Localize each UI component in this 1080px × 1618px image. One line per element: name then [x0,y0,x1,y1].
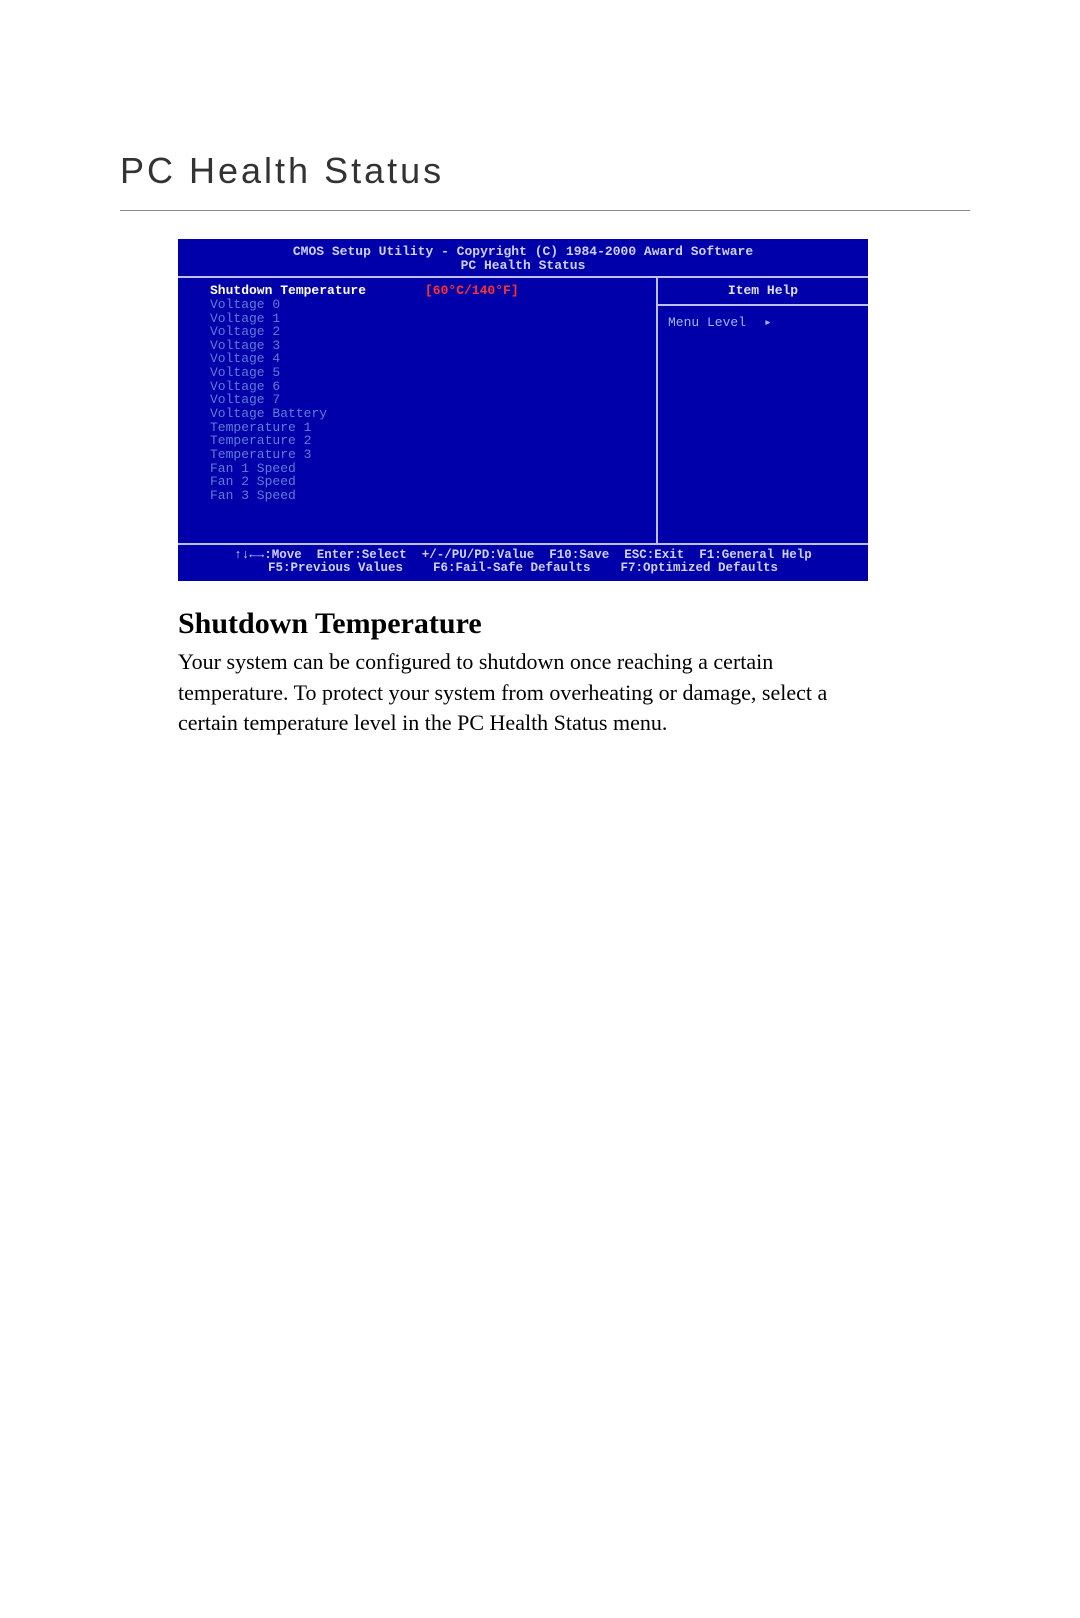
bios-row-temperature-1[interactable]: Temperature 1 [210,421,646,435]
chevron-right-icon: ▸ [764,315,772,330]
menu-level-label: Menu Level [668,315,746,330]
bios-label-shutdown-temperature: Shutdown Temperature [210,284,425,298]
bios-row-fan-1-speed[interactable]: Fan 1 Speed [210,462,646,476]
description-body: Your system can be configured to shutdow… [178,647,868,739]
bios-header: CMOS Setup Utility - Copyright (C) 1984-… [178,245,868,276]
bios-row-temperature-3[interactable]: Temperature 3 [210,448,646,462]
page-title: PC Health Status [120,150,970,211]
bios-setup-screenshot: CMOS Setup Utility - Copyright (C) 1984-… [178,239,868,581]
bios-row-voltage-4[interactable]: Voltage 4 [210,352,646,366]
bios-header-line2: PC Health Status [461,258,586,273]
bios-help-panel: Item Help Menu Level ▸ [656,276,868,542]
bios-row-voltage-5[interactable]: Voltage 5 [210,366,646,380]
description-section: Shutdown Temperature Your system can be … [178,607,868,739]
bios-help-body: Menu Level ▸ [658,306,868,340]
bios-help-title: Item Help [658,278,868,306]
bios-row-voltage-6[interactable]: Voltage 6 [210,380,646,394]
bios-row-voltage-0[interactable]: Voltage 0 [210,298,646,312]
bios-value-shutdown-temperature: [60°C/140°F] [425,284,519,298]
bios-row-voltage-battery[interactable]: Voltage Battery [210,407,646,421]
bios-footer-line2: F5:Previous Values F6:Fail-Safe Defaults… [268,561,778,575]
bios-row-voltage-7[interactable]: Voltage 7 [210,393,646,407]
bios-main-panel: Shutdown Temperature [60°C/140°F] Voltag… [178,276,868,544]
bios-settings-list: Shutdown Temperature [60°C/140°F] Voltag… [178,276,656,542]
bios-row-voltage-3[interactable]: Voltage 3 [210,339,646,353]
bios-row-shutdown-temperature[interactable]: Shutdown Temperature [60°C/140°F] [210,284,646,298]
bios-row-fan-2-speed[interactable]: Fan 2 Speed [210,475,646,489]
bios-row-voltage-1[interactable]: Voltage 1 [210,312,646,326]
bios-row-voltage-2[interactable]: Voltage 2 [210,325,646,339]
bios-row-fan-3-speed[interactable]: Fan 3 Speed [210,489,646,503]
bios-footer-hints: ↑↓←→:Move Enter:Select +/-/PU/PD:Value F… [178,545,868,581]
bios-footer-line1: ↑↓←→:Move Enter:Select +/-/PU/PD:Value F… [234,548,812,562]
description-heading: Shutdown Temperature [178,607,868,641]
bios-row-temperature-2[interactable]: Temperature 2 [210,434,646,448]
